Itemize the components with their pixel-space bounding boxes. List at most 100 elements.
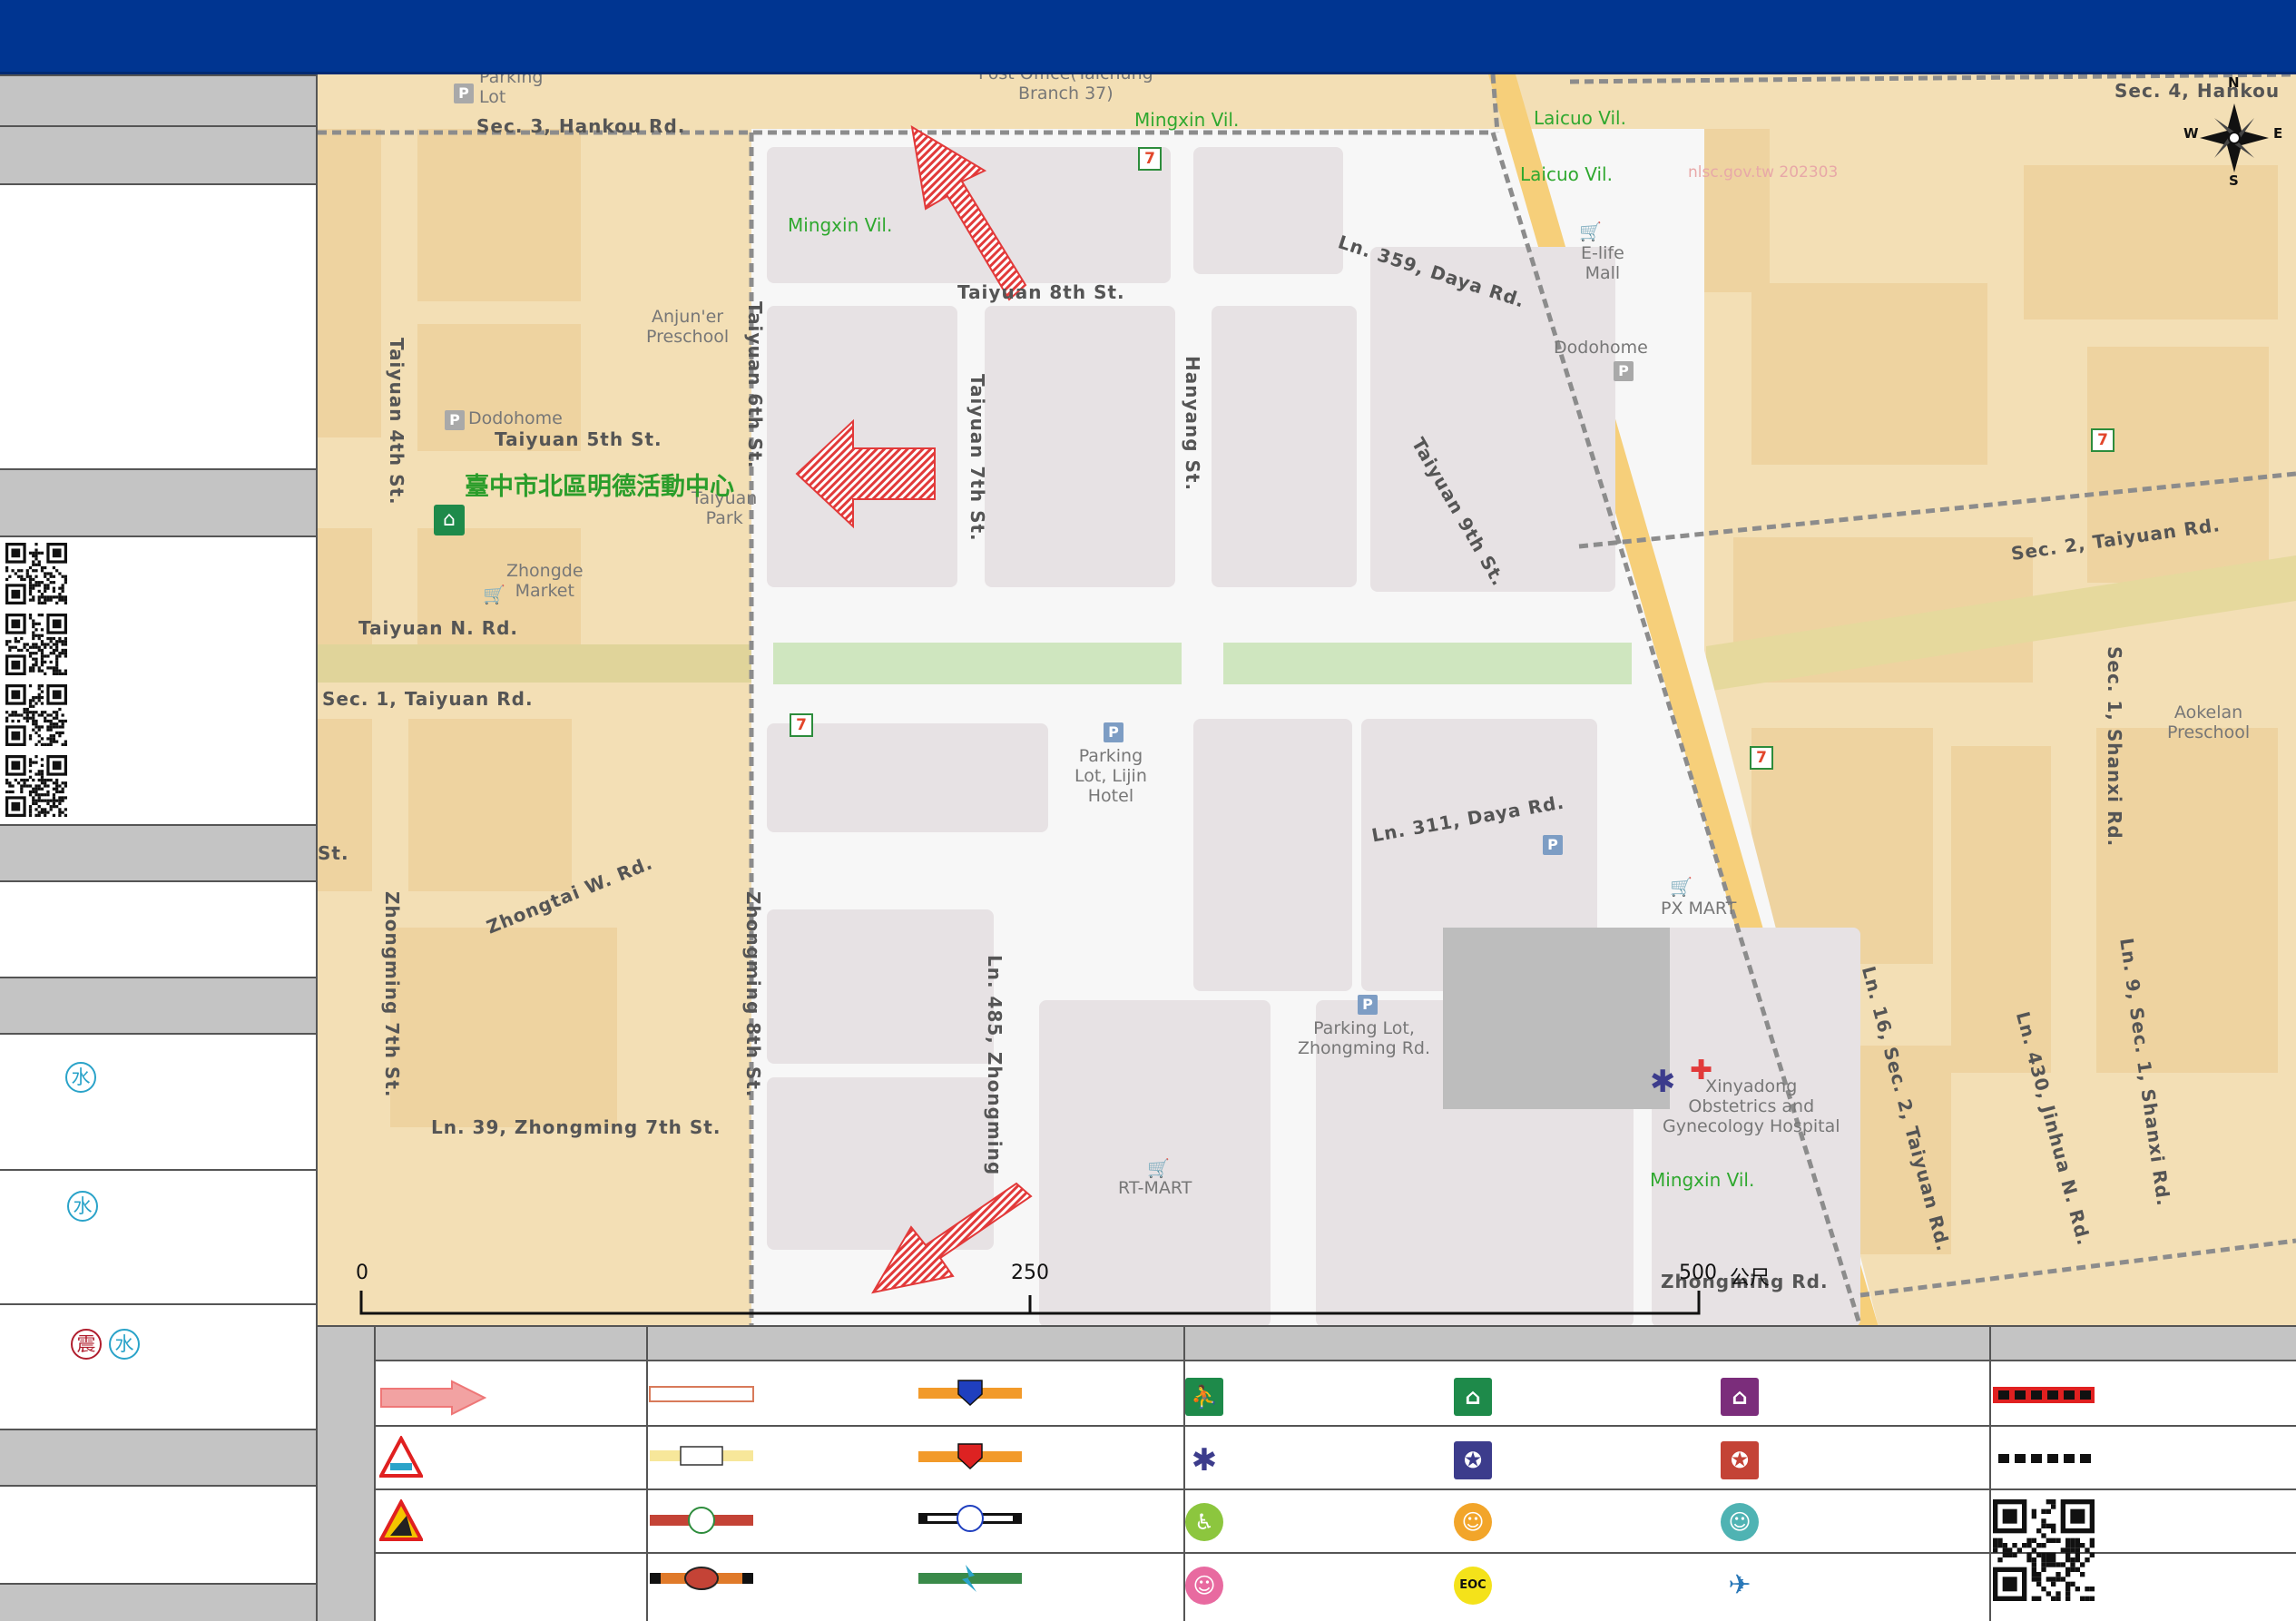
poi-label: PX MART: [1661, 899, 1737, 919]
poi-label: RT-MART: [1118, 1178, 1192, 1198]
poi-label: Parking Lot: [479, 74, 544, 107]
road-label: Zhongming 8th St.: [742, 891, 764, 1098]
parking-icon: P: [454, 84, 474, 103]
railway-symbol: [918, 1505, 1022, 1532]
elderly-care-icon: ☺: [1454, 1503, 1492, 1541]
poi-label: Zhongde Market: [506, 561, 584, 601]
map-view[interactable]: Sec. 3, Hankou Rd. Taiyuan 8th St. Ln. 3…: [318, 74, 2296, 1327]
poi-label: Parking Lot, Zhongming Rd.: [1298, 1018, 1431, 1058]
parking-icon: P: [445, 410, 465, 430]
qr-code-1[interactable]: [5, 543, 67, 604]
scale-zero: 0: [356, 1262, 368, 1284]
divider: [376, 1488, 2296, 1490]
road-label: Taiyuan 5th St.: [495, 428, 662, 450]
legend-column-header: [648, 1327, 1185, 1361]
road-label: Sec. 3, Hankou Rd.: [476, 115, 686, 137]
road-label: Taiyuan 7th St.: [966, 374, 988, 542]
sidebar-header-1: [0, 74, 316, 127]
legend-column-header: [1991, 1327, 2296, 1361]
flood-warning-icon: [379, 1436, 423, 1478]
qr-code-4[interactable]: [5, 755, 67, 817]
scale-end: 500: [1679, 1262, 1717, 1284]
shopping-cart-icon: 🛒: [483, 584, 505, 605]
convenience-store-icon: 7: [1138, 147, 1162, 171]
flood-icon: 水: [109, 1329, 140, 1360]
poi-label: Xinyadong Obstetrics and Gynecology Hosp…: [1663, 1076, 1840, 1136]
legend-side-header: [318, 1327, 376, 1621]
parking-icon: P: [1614, 361, 1634, 381]
road-symbol-expressway: [650, 1567, 753, 1590]
flood-icon: 水: [67, 1191, 98, 1222]
convenience-store-icon: 7: [2091, 428, 2114, 452]
road-label: Zhongming 7th St.: [381, 891, 403, 1098]
parking-icon: P: [1543, 835, 1563, 855]
landslide-warning-icon: [379, 1499, 423, 1541]
sidebar-header-6: [0, 1429, 316, 1487]
header-bar: [0, 0, 2296, 74]
road-label: Taiyuan 6th St.: [744, 301, 766, 469]
poi-label: Post Office(Taichung Branch 37): [978, 74, 1153, 103]
poi-label: Anjun'er Preschool: [646, 307, 730, 347]
road-symbol-national: [918, 1443, 1022, 1470]
shopping-cart-icon: 🛒: [1147, 1157, 1170, 1179]
qr-code-legend[interactable]: [1993, 1499, 2095, 1601]
poi-label: Dodohome: [1554, 338, 1648, 358]
road-label: Hanyang St.: [1182, 356, 1203, 492]
road-symbol-provincial: [650, 1507, 753, 1534]
road-label: Taiyuan 4th St.: [386, 338, 407, 506]
village-label: Mingxin Vil.: [1134, 109, 1240, 131]
poi-label: E-life Mall: [1581, 243, 1624, 283]
poi-label: Dodohome: [468, 408, 563, 428]
road-label: Sec. 1, Taiyuan Rd.: [322, 688, 534, 710]
poi-label: Aokelan Preschool: [2167, 702, 2251, 742]
sidebar-header-2: [0, 127, 316, 185]
compass-east: E: [2273, 125, 2283, 142]
info-sidebar: 水 水 震 水: [0, 74, 318, 1621]
road-symbol-county: [650, 1446, 753, 1466]
police-icon: ✪: [1454, 1441, 1492, 1479]
divider: [376, 1425, 2296, 1427]
sidebar-header-5: [0, 977, 316, 1035]
road-label: Taiyuan N. Rd.: [358, 617, 519, 639]
fire-station-icon: ✪: [1721, 1441, 1759, 1479]
village-label: Mingxin Vil.: [1650, 1169, 1755, 1191]
shopping-cart-icon: 🛒: [1670, 876, 1693, 898]
welfare-shelter-icon: ⌂: [1721, 1378, 1759, 1416]
legend-column-header: [376, 1327, 648, 1361]
convenience-store-icon: 7: [1750, 746, 1773, 770]
village-label: Laicuo Vil.: [1520, 163, 1613, 185]
divider: [0, 1303, 316, 1305]
shelter-label[interactable]: 臺中市北區明德活動中心: [465, 467, 734, 502]
boundary-symbol-village: [1998, 1454, 2091, 1463]
evacuation-site-icon: ⛹: [1185, 1378, 1223, 1416]
sidebar-header-4: [0, 824, 316, 882]
medical-icon: ✱: [1185, 1441, 1223, 1479]
compass-south: S: [2229, 172, 2239, 189]
legend-column-header: [1185, 1327, 1991, 1361]
road-symbol-local: [649, 1386, 754, 1402]
compass-north: N: [2228, 74, 2240, 91]
scale-mid: 250: [1011, 1262, 1049, 1284]
sidebar-header-7: [0, 1583, 316, 1621]
boundary-symbol-district: [1993, 1387, 2095, 1403]
road-label: Taiyuan 8th St.: [957, 281, 1125, 303]
shelter-icon: ⌂: [1454, 1378, 1492, 1416]
earthquake-icon: 震: [71, 1329, 102, 1360]
parking-icon: P: [1358, 995, 1378, 1015]
sidebar-header-3: [0, 468, 316, 537]
village-label: Mingxin Vil.: [788, 214, 893, 236]
parking-icon: P: [1104, 722, 1123, 742]
qr-code-3[interactable]: [5, 684, 67, 746]
shelter-icon[interactable]: ⌂: [434, 505, 465, 535]
road-label: Sec. 4, Hankou: [2114, 80, 2281, 102]
child-care-icon: ☺: [1721, 1503, 1759, 1541]
poi-label: Parking Lot, Lijin Hotel: [1074, 746, 1147, 806]
map-canvas: [318, 74, 2296, 1325]
qr-code-2[interactable]: [5, 614, 67, 675]
road-label: Ln. 39, Zhongming 7th St.: [431, 1116, 721, 1138]
shopping-cart-icon: 🛒: [1579, 221, 1602, 242]
divider: [0, 1169, 316, 1171]
high-speed-rail-symbol: [918, 1565, 1022, 1592]
flood-icon: 水: [65, 1062, 96, 1093]
map-watermark: nlsc.gov.tw 202303: [1688, 163, 1839, 182]
